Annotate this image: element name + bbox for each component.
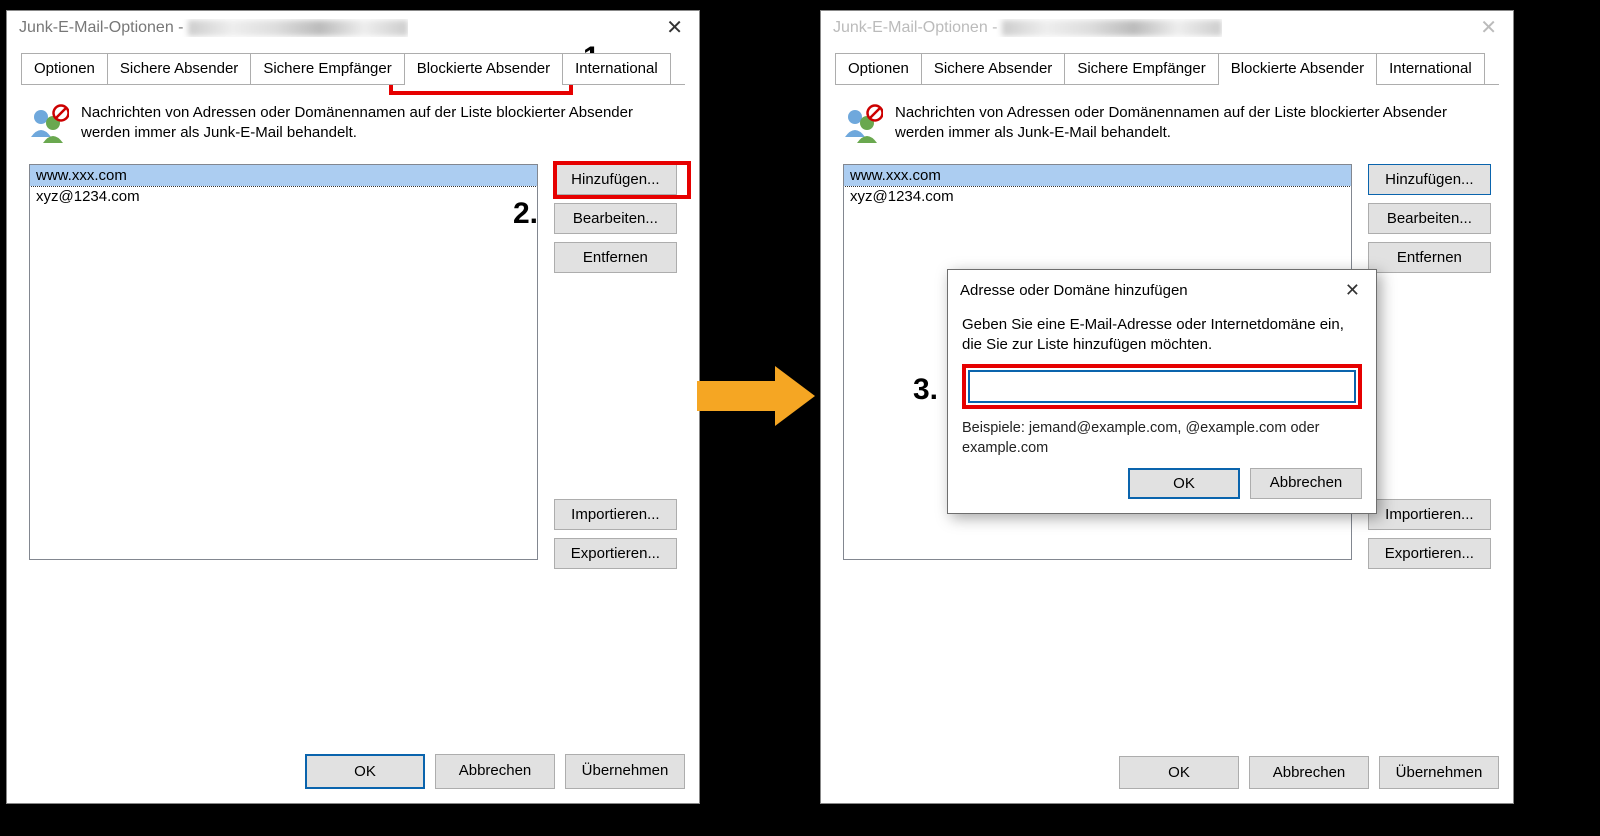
- modal-title: Adresse oder Domäne hinzufügen: [960, 282, 1188, 299]
- description-text: Nachrichten von Adressen oder Domänennam…: [81, 103, 641, 144]
- cancel-button[interactable]: Abbrechen: [1250, 468, 1362, 499]
- import-button[interactable]: Importieren...: [1368, 499, 1491, 530]
- ok-button[interactable]: OK: [1119, 756, 1239, 789]
- tab-bar: Optionen Sichere Absender Sichere Empfän…: [7, 53, 699, 85]
- redacted-region: [1002, 20, 1222, 36]
- dialog-junk-options-left: Junk-E-Mail-Optionen - ✕ Optionen Sicher…: [6, 10, 700, 804]
- list-button-column: Hinzufügen... Bearbeiten... Entfernen Im…: [1368, 164, 1491, 569]
- remove-button[interactable]: Entfernen: [554, 242, 677, 273]
- description-row: Nachrichten von Adressen oder Domänennam…: [843, 103, 1491, 144]
- list-item[interactable]: www.xxx.com: [30, 165, 537, 186]
- apply-button[interactable]: Übernehmen: [1379, 756, 1499, 789]
- add-button[interactable]: Hinzufügen...: [1368, 164, 1491, 195]
- apply-button[interactable]: Übernehmen: [565, 754, 685, 789]
- titlebar: Junk-E-Mail-Optionen - ✕: [7, 11, 699, 45]
- window-title-prefix: Junk-E-Mail-Optionen -: [19, 19, 188, 36]
- ok-button[interactable]: OK: [305, 754, 425, 789]
- tab-international[interactable]: International: [1376, 53, 1485, 85]
- cancel-button[interactable]: Abbrechen: [435, 754, 555, 789]
- window-title: Junk-E-Mail-Optionen -: [19, 19, 408, 37]
- dialog-junk-options-right: Junk-E-Mail-Optionen - ✕ Optionen Sicher…: [820, 10, 1514, 804]
- tab-safe-senders[interactable]: Sichere Absender: [921, 53, 1065, 85]
- tab-safe-recipients[interactable]: Sichere Empfänger: [250, 53, 404, 85]
- add-address-dialog: Adresse oder Domäne hinzufügen ✕ Geben S…: [947, 269, 1377, 514]
- export-button[interactable]: Exportieren...: [554, 538, 677, 569]
- address-input[interactable]: [968, 370, 1356, 403]
- list-item[interactable]: xyz@1234.com: [30, 186, 537, 207]
- titlebar: Junk-E-Mail-Optionen - ✕: [821, 11, 1513, 45]
- close-icon[interactable]: ✕: [1470, 16, 1507, 40]
- dialog-button-row: OK Abbrechen Übernehmen: [305, 754, 685, 789]
- tab-blocked-senders[interactable]: Blockierte Absender: [404, 53, 563, 85]
- modal-examples: Beispiele: jemand@example.com, @example.…: [962, 419, 1362, 458]
- tab-safe-senders[interactable]: Sichere Absender: [107, 53, 251, 85]
- blocked-sender-list[interactable]: www.xxx.com xyz@1234.com: [29, 164, 538, 560]
- list-item[interactable]: www.xxx.com: [844, 165, 1351, 186]
- highlight-input: [962, 364, 1362, 409]
- list-button-column: Hinzufügen... Bearbeiten... Entfernen Im…: [554, 164, 677, 569]
- callout-3: 3.: [913, 373, 938, 407]
- description-row: Nachrichten von Adressen oder Domänennam…: [29, 103, 677, 144]
- window-title: Junk-E-Mail-Optionen -: [833, 19, 1222, 37]
- modal-titlebar: Adresse oder Domäne hinzufügen ✕: [948, 270, 1376, 307]
- tab-bar: Optionen Sichere Absender Sichere Empfän…: [821, 53, 1513, 85]
- cancel-button[interactable]: Abbrechen: [1249, 756, 1369, 789]
- close-icon[interactable]: ✕: [656, 16, 693, 40]
- modal-button-row: OK Abbrechen: [962, 468, 1362, 499]
- window-title-prefix: Junk-E-Mail-Optionen -: [833, 19, 1002, 36]
- tab-international[interactable]: International: [562, 53, 671, 85]
- add-button[interactable]: Hinzufügen...: [554, 164, 677, 195]
- tab-options[interactable]: Optionen: [21, 53, 108, 85]
- step-arrow-icon: [697, 366, 815, 426]
- export-button[interactable]: Exportieren...: [1368, 538, 1491, 569]
- edit-button[interactable]: Bearbeiten...: [554, 203, 677, 234]
- close-icon[interactable]: ✕: [1339, 278, 1366, 303]
- blocked-sender-icon: [843, 103, 883, 143]
- redacted-region: [188, 20, 408, 36]
- ok-button[interactable]: OK: [1128, 468, 1240, 499]
- tab-options[interactable]: Optionen: [835, 53, 922, 85]
- remove-button[interactable]: Entfernen: [1368, 242, 1491, 273]
- tab-safe-recipients[interactable]: Sichere Empfänger: [1064, 53, 1218, 85]
- description-text: Nachrichten von Adressen oder Domänennam…: [895, 103, 1455, 144]
- modal-instruction: Geben Sie eine E-Mail-Adresse oder Inter…: [962, 315, 1362, 354]
- tab-content: Nachrichten von Adressen oder Domänennam…: [7, 85, 699, 587]
- edit-button[interactable]: Bearbeiten...: [1368, 203, 1491, 234]
- list-item[interactable]: xyz@1234.com: [844, 186, 1351, 207]
- import-button[interactable]: Importieren...: [554, 499, 677, 530]
- dialog-button-row: OK Abbrechen Übernehmen: [1119, 756, 1499, 789]
- tab-blocked-senders[interactable]: Blockierte Absender: [1218, 53, 1377, 85]
- callout-2: 2.: [513, 197, 538, 231]
- blocked-sender-icon: [29, 103, 69, 143]
